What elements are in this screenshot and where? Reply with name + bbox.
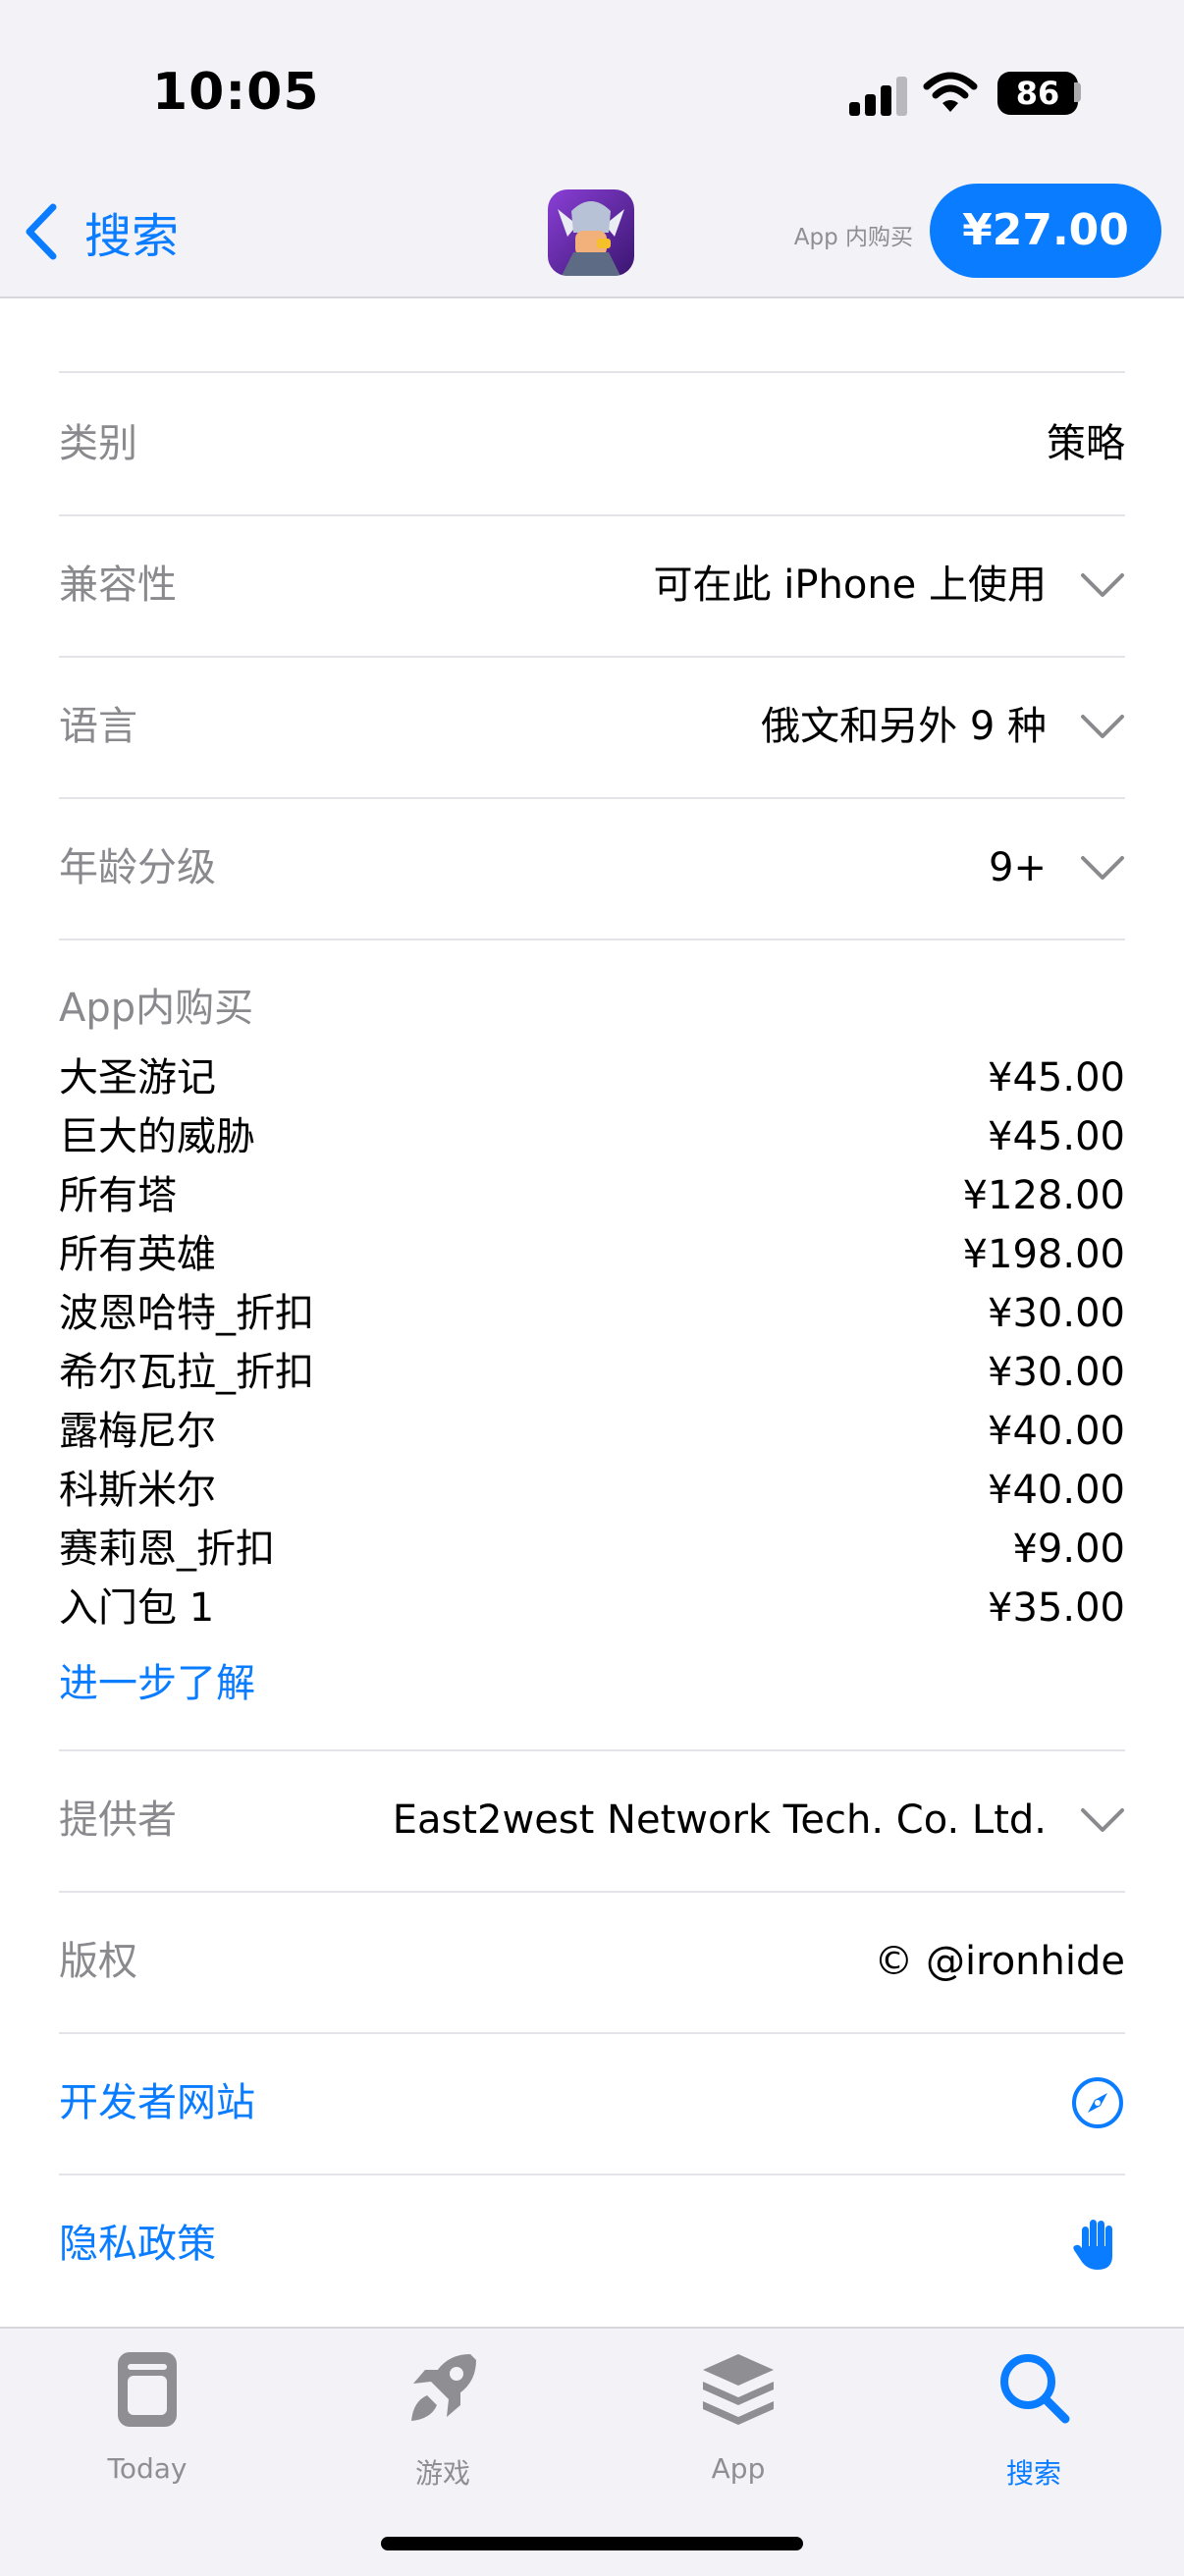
developer-website-link[interactable]: 开发者网站: [59, 2032, 1125, 2175]
copyright-label: 版权: [59, 1939, 137, 1984]
info-row-category: 类别 策略: [59, 373, 1125, 516]
in-app-purchases-title: App内购买: [59, 986, 254, 1031]
today-icon: [118, 2352, 177, 2427]
battery-indicator: 86: [997, 72, 1078, 115]
learn-more-link[interactable]: 进一步了解: [59, 1651, 255, 1708]
tab-games[interactable]: 游戏: [345, 2348, 541, 2490]
iap-name: 入门包 1: [59, 1585, 215, 1631]
iap-price: ¥40.00: [988, 1468, 1125, 1513]
chevron-down-icon[interactable]: [1080, 711, 1125, 742]
info-row-copyright: 版权 © @ironhide: [59, 1891, 1125, 2034]
iap-name: 科斯米尔: [59, 1468, 216, 1513]
category-value: 策略: [1047, 421, 1125, 466]
list-item: 科斯米尔 ¥40.00: [59, 1461, 1125, 1520]
compatibility-label: 兼容性: [59, 563, 177, 608]
list-item: 大圣游记 ¥45.00: [59, 1048, 1125, 1107]
back-label: 搜索: [84, 209, 180, 264]
back-button[interactable]: 搜索: [24, 192, 179, 271]
iap-price: ¥40.00: [988, 1409, 1125, 1454]
home-indicator: [381, 2537, 803, 2550]
age-rating-value: 9+: [989, 845, 1047, 890]
chevron-down-icon[interactable]: [1080, 1804, 1125, 1836]
privacy-policy-label: 隐私政策: [59, 2222, 216, 2267]
tab-apps[interactable]: App: [640, 2348, 836, 2486]
tab-today[interactable]: Today: [49, 2348, 245, 2486]
category-label: 类别: [59, 421, 137, 466]
iap-name: 赛莉恩_折扣: [59, 1527, 275, 1572]
tab-apps-label: App: [711, 2452, 766, 2485]
info-row-languages[interactable]: 语言 俄文和另外 9 种: [59, 656, 1125, 799]
iap-name: 大圣游记: [59, 1055, 216, 1100]
info-row-provider[interactable]: 提供者 East2west Network Tech. Co. Ltd.: [59, 1749, 1125, 1893]
tab-today-label: Today: [107, 2452, 188, 2485]
app-icon: [548, 189, 634, 276]
developer-website-label: 开发者网站: [59, 2080, 255, 2125]
rocket-icon: [411, 2354, 476, 2421]
list-item: 所有英雄 ¥198.00: [59, 1225, 1125, 1284]
navigation-header: 10:05 86 搜索 App 内购买 ¥27.00: [0, 0, 1184, 298]
provider-value: East2west Network Tech. Co. Ltd.: [392, 1798, 1047, 1843]
iap-price: ¥198.00: [962, 1232, 1125, 1277]
in-app-purchases-list: 大圣游记 ¥45.00 巨大的威胁 ¥45.00 所有塔 ¥128.00 所有英雄 ¥1…: [59, 1048, 1125, 1637]
iap-name: 希尔瓦拉_折扣: [59, 1350, 314, 1395]
buy-button[interactable]: ¥27.00: [930, 184, 1161, 278]
chevron-down-icon[interactable]: [1080, 569, 1125, 601]
iap-price: ¥30.00: [988, 1291, 1125, 1336]
status-time: 10:05: [152, 63, 320, 122]
tab-search-label: 搜索: [1005, 2457, 1061, 2490]
iap-price: ¥9.00: [1012, 1527, 1125, 1572]
list-item: 所有塔 ¥128.00: [59, 1166, 1125, 1225]
list-item: 露梅尼尔 ¥40.00: [59, 1402, 1125, 1461]
list-item: 入门包 1 ¥35.00: [59, 1579, 1125, 1637]
wifi-icon: [923, 72, 978, 112]
info-row-age-rating[interactable]: 年龄分级 9+: [59, 797, 1125, 940]
iap-price: ¥128.00: [962, 1173, 1125, 1218]
layers-icon: [703, 2354, 774, 2425]
battery-tip: [1074, 82, 1081, 102]
iap-name: 所有英雄: [59, 1232, 216, 1277]
chevron-left-icon: [26, 203, 57, 260]
chevron-down-icon[interactable]: [1080, 852, 1125, 884]
copyright-value: © @ironhide: [874, 1939, 1125, 1984]
provider-label: 提供者: [59, 1798, 177, 1843]
languages-label: 语言: [59, 704, 137, 749]
age-rating-label: 年龄分级: [59, 845, 216, 890]
tab-games-label: 游戏: [414, 2457, 470, 2490]
iap-price: ¥45.00: [988, 1114, 1125, 1159]
in-app-purchases-section: App内购买 大圣游记 ¥45.00 巨大的威胁 ¥45.00 所有塔 ¥128.00…: [59, 940, 1125, 1751]
iap-name: 所有塔: [59, 1173, 177, 1218]
list-item: 巨大的威胁 ¥45.00: [59, 1107, 1125, 1166]
tab-search[interactable]: 搜索: [936, 2348, 1132, 2490]
list-item: 希尔瓦拉_折扣 ¥30.00: [59, 1343, 1125, 1402]
languages-value: 俄文和另外 9 种: [761, 704, 1047, 749]
list-item: 波恩哈特_折扣 ¥30.00: [59, 1284, 1125, 1343]
iap-price: ¥30.00: [988, 1350, 1125, 1395]
in-app-purchase-note: App 内购买: [793, 225, 913, 250]
hand-icon: [1073, 2220, 1112, 2270]
iap-price: ¥45.00: [988, 1055, 1125, 1100]
iap-name: 波恩哈特_折扣: [59, 1291, 314, 1336]
cellular-signal-icon: [849, 77, 908, 116]
iap-name: 巨大的威胁: [59, 1114, 255, 1159]
search-icon: [1000, 2354, 1070, 2424]
iap-price: ¥35.00: [988, 1585, 1125, 1631]
iap-name: 露梅尼尔: [59, 1409, 216, 1454]
privacy-policy-link[interactable]: 隐私政策: [59, 2174, 1125, 2315]
list-item: 赛莉恩_折扣 ¥9.00: [59, 1520, 1125, 1579]
info-row-compatibility[interactable]: 兼容性 可在此 iPhone 上使用: [59, 514, 1125, 658]
compatibility-value: 可在此 iPhone 上使用: [653, 563, 1047, 608]
compass-icon: [1072, 2077, 1123, 2128]
